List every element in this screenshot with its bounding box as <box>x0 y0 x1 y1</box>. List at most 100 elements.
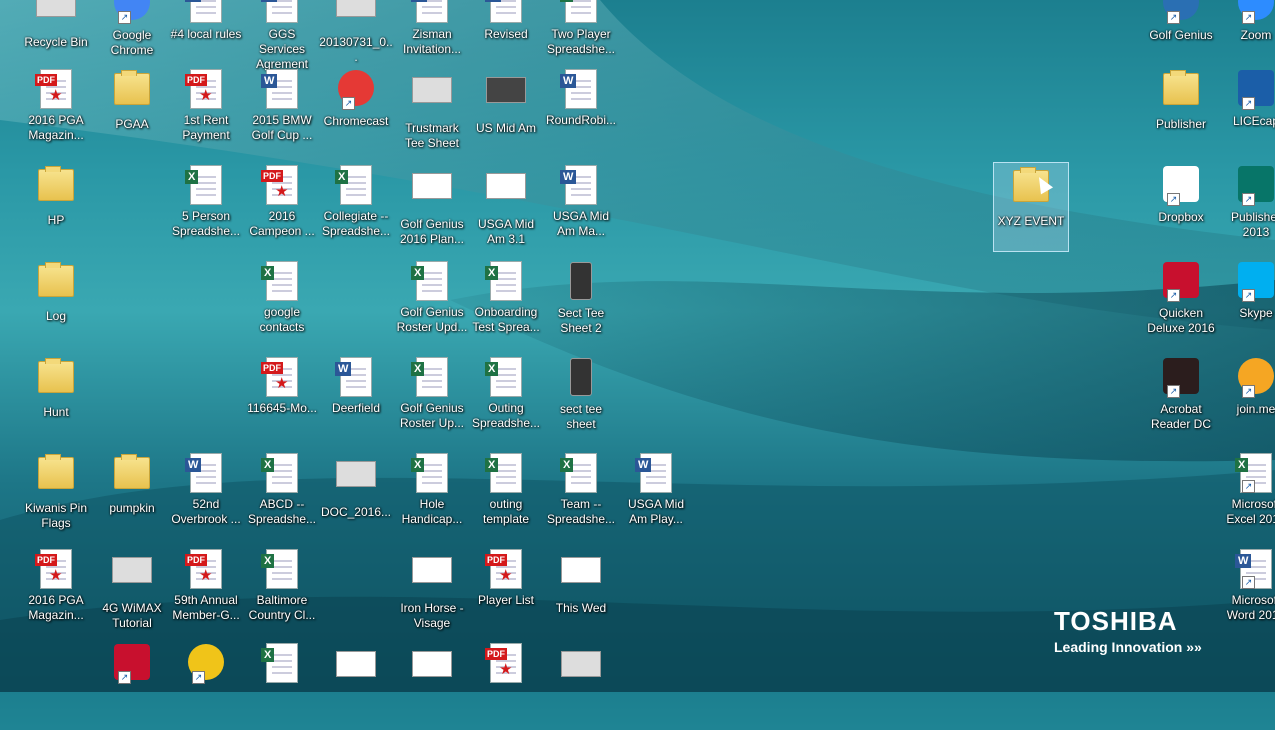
desktop-icon-publisher-folder[interactable]: Publisher <box>1143 66 1219 156</box>
desktop-icon-label: Golf Genius Roster Up... <box>399 401 465 430</box>
desktop-icon-wimax[interactable]: 4G WiMAX Tutorial <box>94 546 170 636</box>
desktop-icon-golf-genius-roster-upd[interactable]: X Golf Genius Roster Upd... <box>394 258 470 348</box>
desktop-icon-word-2013[interactable]: W↗ Microsoft Word 2013 <box>1218 546 1275 636</box>
desktop-icon-bottom-pdf[interactable]: PDF ★ <box>468 640 544 730</box>
desktop-icon-excel-2013[interactable]: X↗ Microsoft Excel 2013 <box>1218 450 1275 540</box>
desktop-icon-pdf-116645[interactable]: PDF ★ 116645-Mo... <box>244 354 320 444</box>
desktop-icon-roundrobin[interactable]: W RoundRobi... <box>543 66 619 156</box>
desktop-icon-label: Microsoft Word 2013 <box>1226 593 1275 622</box>
desktop-icon-usga-mid-am-ma[interactable]: W USGA Mid Am Ma... <box>543 162 619 252</box>
desktop-icon-label: 116645-Mo... <box>247 401 317 415</box>
desktop-icon-bottom-thumb-2[interactable] <box>394 640 470 730</box>
desktop-icon-overbrook[interactable]: W 52nd Overbrook ... <box>168 450 244 540</box>
desktop-icon-collegiate[interactable]: X Collegiate -- Spreadshe... <box>318 162 394 252</box>
image-thumbnail-icon <box>336 0 376 31</box>
excel-file-icon: X <box>261 549 302 589</box>
desktop-icon-iron-horse[interactable]: Iron Horse - Visage <box>394 546 470 636</box>
desktop-icon-deerfield[interactable]: W Deerfield <box>318 354 394 444</box>
desktop-icon-bmw-golf-cup[interactable]: W 2015 BMW Golf Cup ... <box>244 66 320 156</box>
desktop-icon-acrobat[interactable]: ↗ Acrobat Reader DC <box>1143 354 1219 444</box>
desktop-icon-bottom-thumb-3[interactable] <box>543 640 619 730</box>
desktop-icon-rent-payment[interactable]: PDF ★ 1st Rent Payment <box>168 66 244 156</box>
desktop-icon-hunt[interactable]: Hunt <box>18 354 94 444</box>
desktop-icon-hp[interactable]: HP <box>18 162 94 252</box>
desktop-icon-usga-mid-am-31[interactable]: USGA Mid Am 3.1 <box>468 162 544 252</box>
desktop-icon-google-contacts[interactable]: Xgoogle contacts <box>244 258 320 348</box>
desktop-icon-label: Recycle Bin <box>24 35 88 49</box>
desktop-icon-two-player[interactable]: X Two Player Spreadshe... <box>543 0 619 70</box>
desktop-icon-revised[interactable]: W Revised <box>468 0 544 70</box>
desktop-icon-label: XYZ EVENT <box>997 214 1065 228</box>
excel-file-icon: X <box>485 453 526 493</box>
desktop-icon-join-me[interactable]: ↗ join.me <box>1218 354 1275 444</box>
folder-icon <box>36 166 76 209</box>
desktop-icon-label: Sect Tee Sheet 2 <box>557 306 605 335</box>
desktop-icon-local-rules[interactable]: W #4 local rules <box>168 0 244 70</box>
desktop-icon-chromecast[interactable]: ↗ Chromecast <box>318 66 394 156</box>
desktop-icon-google-chrome-top[interactable]: ↗ Google Chrome <box>94 0 170 70</box>
image-thumbnail-icon <box>486 77 526 117</box>
desktop-icon-member-guest[interactable]: PDF ★ 59th Annual Member-G... <box>168 546 244 636</box>
desktop-icon-dropbox[interactable]: ↗ Dropbox <box>1143 162 1219 252</box>
image-thumbnail-icon <box>486 173 526 213</box>
desktop-icon-pumpkin[interactable]: pumpkin <box>94 450 170 540</box>
excel-file-icon: X <box>411 453 452 493</box>
desktop-icon-golf-genius-roster-up[interactable]: X Golf Genius Roster Up... <box>394 354 470 444</box>
desktop-icon-zoom[interactable]: ↗ Zoom <box>1218 0 1275 70</box>
desktop-icon-label: Deerfield <box>331 401 381 415</box>
desktop-icon-five-person[interactable]: X 5 Person Spreadshe... <box>168 162 244 252</box>
desktop-icon-pdf-2016-pga-1[interactable]: PDF ★ 2016 PGA Magazin... <box>18 66 94 156</box>
desktop-icon-pgaa[interactable]: PGAA <box>94 66 170 156</box>
desktop-icon-label: Publisher 2013 <box>1230 210 1275 239</box>
desktop-icon-baltimore[interactable]: X Baltimore Country Cl... <box>244 546 320 636</box>
desktop-icon-skype[interactable]: ↗ Skype <box>1218 258 1275 348</box>
desktop-icon-sect-tee-sheet-2[interactable]: Sect Tee Sheet 2 <box>543 258 619 348</box>
image-thumbnail-icon <box>112 557 152 597</box>
desktop-icon-usga-mid-am-play[interactable]: W USGA Mid Am Play... <box>618 450 694 540</box>
desktop-icon-kiwanis[interactable]: Kiwanis Pin Flags <box>18 450 94 540</box>
desktop-icon-this-wed[interactable]: This Wed <box>543 546 619 636</box>
desktop-icon-golf-genius-plan[interactable]: Golf Genius 2016 Plan... <box>394 162 470 252</box>
desktop-icon-sect-tee-sheet[interactable]: sect tee sheet <box>543 354 619 444</box>
desktop-icon-optishot[interactable]: ↗ <box>168 640 244 730</box>
desktop-icon-campeon[interactable]: PDF ★ 2016 Campeon ... <box>244 162 320 252</box>
desktop-icon-log[interactable]: Log <box>18 258 94 348</box>
desktop-icon-pdf-2016-pga-2[interactable]: PDF ★ 2016 PGA Magazin... <box>18 546 94 636</box>
desktop-icon-outing-template[interactable]: Xouting template <box>468 450 544 540</box>
desktop-icon-ggs-services[interactable]: WGGS Services Agrement <box>244 0 320 71</box>
pdf-file-icon: PDF ★ <box>485 643 526 683</box>
desktop-icon-file-20130731[interactable]: 20130731_0... <box>318 0 394 70</box>
desktop-icon-recycle-bin[interactable]: Recycle Bin <box>18 0 94 70</box>
desktop-icon-outing-spreadsheet[interactable]: X Outing Spreadshe... <box>468 354 544 444</box>
pdf-file-icon: PDF ★ <box>185 69 226 109</box>
desktop-icon-licecap[interactable]: ↗ LICEcap <box>1218 66 1275 156</box>
desktop-icon-zisman-invitation[interactable]: W Zisman Invitation... <box>394 0 470 70</box>
word-file-icon: W <box>635 453 676 493</box>
excel-file-icon: X <box>335 165 376 205</box>
desktop-icon-quicken[interactable]: ↗ Quicken Deluxe 2016 <box>1143 258 1219 348</box>
app-icon: ↗ <box>1236 70 1275 110</box>
desktop-icon-player-list[interactable]: PDF ★ Player List <box>468 546 544 636</box>
desktop-icon-label: 52nd Overbrook ... <box>171 497 241 526</box>
desktop-icon-trustmark[interactable]: Trustmark Tee Sheet <box>394 66 470 156</box>
desktop-icon-golf-genius-app[interactable]: ↗ Golf Genius <box>1143 0 1219 70</box>
desktop-icon-doc-2016[interactable]: DOC_2016... <box>318 450 394 540</box>
shortcut-arrow-icon: ↗ <box>1242 576 1255 589</box>
desktop-icon-hole-handicap[interactable]: X Hole Handicap... <box>394 450 470 540</box>
desktop-icon-abcd[interactable]: X ABCD -- Spreadshe... <box>244 450 320 540</box>
phone-image-icon <box>561 262 601 302</box>
desktop-icon-onboarding[interactable]: X Onboarding Test Sprea... <box>468 258 544 348</box>
desktop-icon-publisher-2013[interactable]: ↗ Publisher 2013 <box>1218 162 1275 252</box>
desktop-icon-us-mid-am[interactable]: US Mid Am <box>468 66 544 156</box>
desktop-icon-xyz-event[interactable]: XYZ EVENT <box>993 162 1069 252</box>
excel-file-icon: X <box>411 357 452 397</box>
desktop-icon-bottom-thumb-1[interactable] <box>318 640 394 730</box>
desktop-icon-bottom-excel[interactable]: X <box>244 640 320 730</box>
excel-file-icon: X <box>560 0 601 23</box>
desktop-icon-team-spreadsheet[interactable]: X Team -- Spreadshe... <box>543 450 619 540</box>
image-thumbnail-icon <box>36 0 76 31</box>
desktop-icon-transfer[interactable]: ↗ <box>94 640 170 730</box>
image-thumbnail-icon <box>336 651 376 691</box>
folder-icon <box>112 70 152 113</box>
desktop-icon-label: Golf Genius 2016 Plan... <box>399 217 465 246</box>
